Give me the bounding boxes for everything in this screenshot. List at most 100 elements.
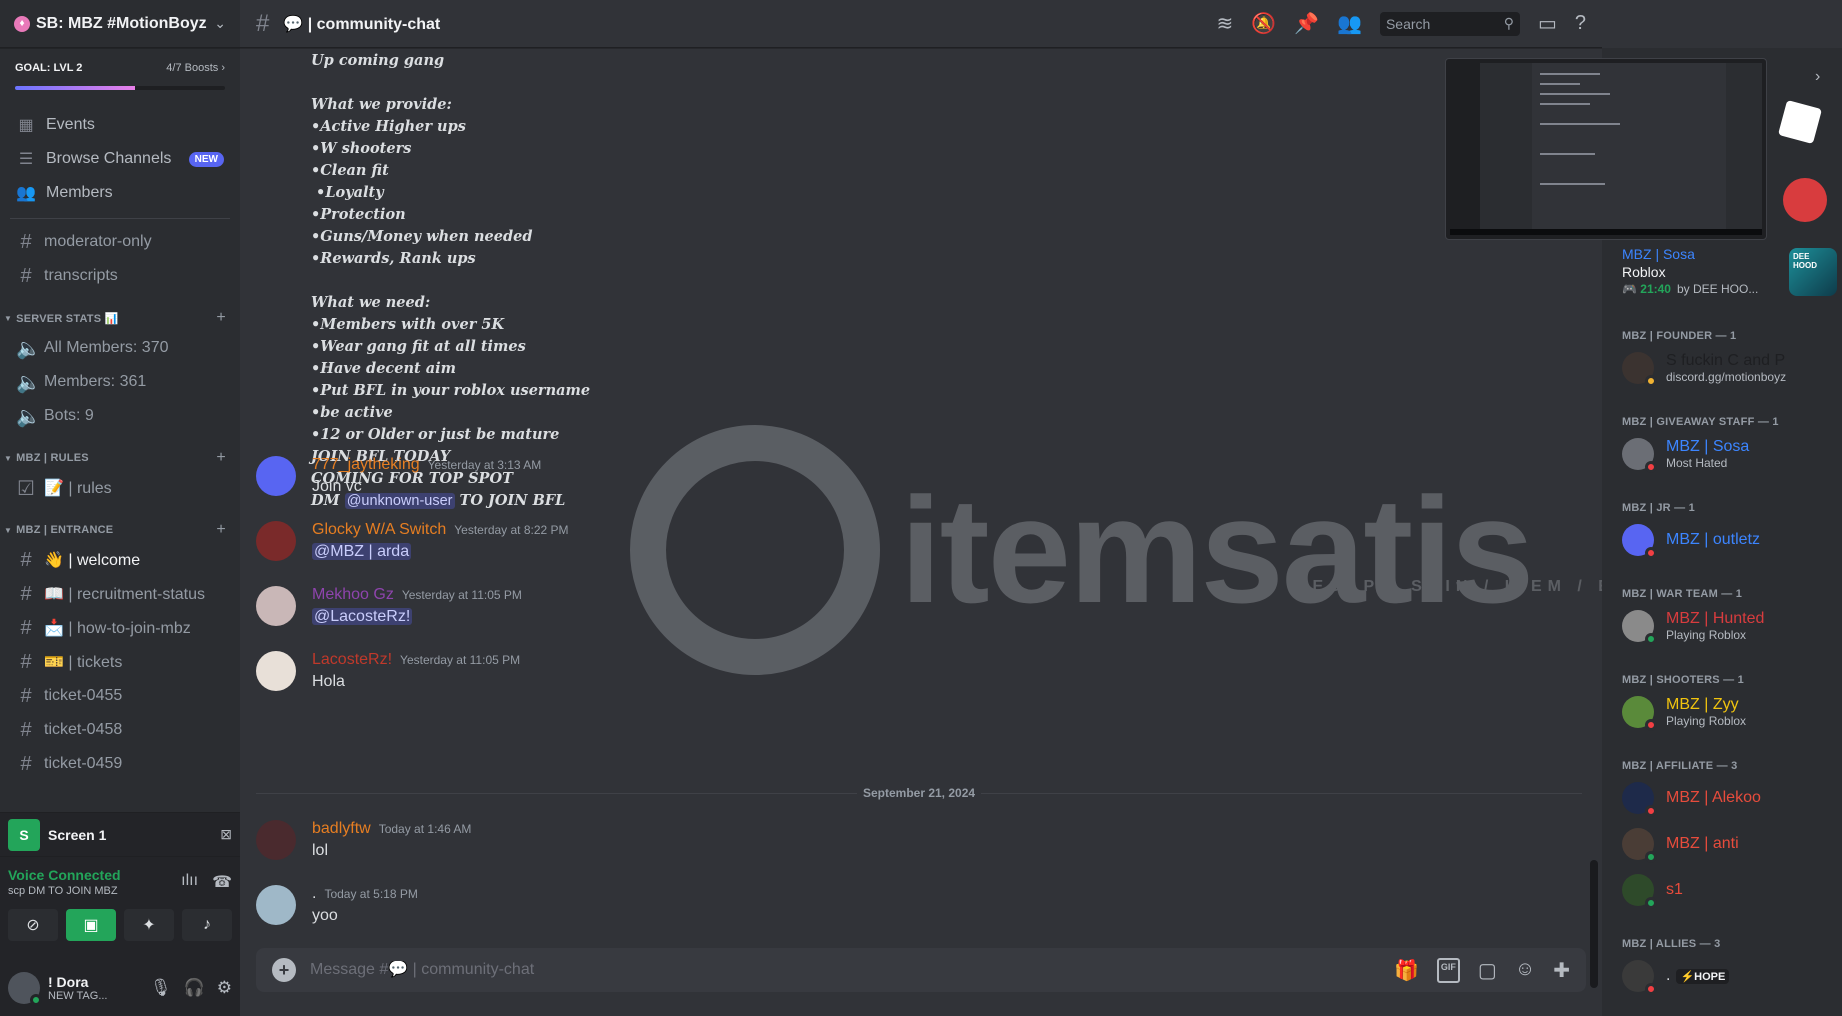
- threads-icon[interactable]: ≋: [1216, 11, 1233, 36]
- avatar[interactable]: [256, 820, 296, 860]
- user-mention[interactable]: @LacosteRz!: [312, 608, 413, 625]
- channel-ticket-0459[interactable]: # ticket-0459: [8, 747, 232, 781]
- disconnect-icon[interactable]: ☎: [212, 872, 232, 892]
- screen-share-button[interactable]: ▣: [66, 909, 116, 941]
- channel-members-count[interactable]: 🔈 Members: 361: [8, 365, 232, 399]
- hash-icon: #: [20, 684, 32, 707]
- avatar[interactable]: [256, 521, 296, 561]
- category-entrance[interactable]: ▼ MBZ | ENTRANCE +: [0, 505, 240, 543]
- nav-events[interactable]: ▦ Events: [8, 108, 232, 142]
- member-item[interactable]: MBZ | Alekoo: [1622, 782, 1832, 817]
- game-thumbnail: DEE HOOD: [1789, 248, 1837, 296]
- message-author[interactable]: badlyftw: [312, 820, 371, 838]
- avatar[interactable]: [256, 651, 296, 691]
- user-panel[interactable]: ! Dora NEW TAG... 🎙 🎧 ⚙: [0, 960, 240, 1016]
- hash-icon: #: [20, 650, 32, 673]
- pin-icon[interactable]: 📌: [1294, 11, 1319, 36]
- member-item[interactable]: S fuckin C and Pdiscord.gg/motionboyz: [1622, 352, 1832, 387]
- message-list: Up coming gang What we provide: •Active …: [240, 48, 1602, 936]
- voice-panel: Voice Connected scp DM TO JOIN MBZ ılıı …: [0, 856, 240, 960]
- channel-label: transcripts: [44, 267, 118, 284]
- member-item[interactable]: MBZ | outletz: [1622, 524, 1832, 559]
- soundboard-button[interactable]: ♪: [182, 909, 232, 941]
- channel-rules[interactable]: ☑ 📝 | rules: [8, 471, 232, 505]
- screen-share-panel[interactable]: S Screen 1 ⊠: [0, 812, 240, 856]
- avatar[interactable]: [256, 456, 296, 496]
- channel-bots[interactable]: 🔈 Bots: 9: [8, 399, 232, 433]
- activities-button[interactable]: ✦: [124, 909, 174, 941]
- channel-label: ticket-0455: [44, 687, 123, 704]
- category-server-stats[interactable]: ▼ SERVER STATS 📊 +: [0, 293, 240, 331]
- member-item[interactable]: MBZ | anti: [1622, 828, 1832, 863]
- scrollbar[interactable]: [1590, 860, 1598, 988]
- member-item[interactable]: MBZ | Zyy Playing Roblox: [1622, 696, 1832, 731]
- server-header[interactable]: ♦ SB: MBZ #MotionBoyz ⌄: [0, 0, 240, 48]
- role-mention[interactable]: @MBZ | arda: [312, 543, 412, 560]
- noise-suppression-icon[interactable]: ılıı: [181, 872, 198, 892]
- search-box[interactable]: Search ⚲: [1379, 11, 1520, 36]
- headphones-icon[interactable]: 🎧: [184, 978, 205, 998]
- channel-label: 📝 | rules: [44, 480, 112, 497]
- user-avatar[interactable]: [8, 972, 42, 1006]
- channel-moderator-only[interactable]: # moderator-only: [8, 225, 232, 259]
- notifications-muted-icon[interactable]: 🔕: [1251, 11, 1276, 36]
- add-channel-icon[interactable]: +: [216, 449, 226, 467]
- channel-recruitment-status[interactable]: # 📖 | recruitment-status: [8, 577, 232, 611]
- stream-preview[interactable]: [1445, 58, 1767, 240]
- nav-browse-channels[interactable]: ☰ Browse Channels NEW: [8, 142, 232, 176]
- member-name: .: [1666, 967, 1671, 984]
- add-attachment-button[interactable]: +: [272, 958, 296, 982]
- message-author[interactable]: 777_jaytheking: [312, 456, 420, 474]
- member-name: s1: [1666, 881, 1683, 898]
- add-channel-icon[interactable]: +: [216, 521, 226, 539]
- help-icon[interactable]: ?: [1575, 12, 1586, 35]
- channel-transcripts[interactable]: # transcripts: [8, 259, 232, 293]
- sticker-icon[interactable]: ▢: [1478, 958, 1497, 983]
- channel-tickets[interactable]: # 🎫 | tickets: [8, 645, 232, 679]
- message-author[interactable]: .: [312, 885, 316, 903]
- members-icon: 👥: [16, 185, 36, 202]
- member-list-icon[interactable]: 👥: [1337, 11, 1362, 36]
- member-clan-tag: ⚡HOPE: [1676, 968, 1730, 984]
- inbox-icon[interactable]: ▭: [1538, 11, 1557, 36]
- voice-status[interactable]: Voice Connected: [8, 867, 121, 883]
- chevron-down-icon[interactable]: ⌄: [214, 15, 226, 32]
- channel-all-members[interactable]: 🔈 All Members: 370: [8, 331, 232, 365]
- gear-icon[interactable]: ⚙: [217, 978, 232, 998]
- message-author[interactable]: Glocky W/A Switch: [312, 521, 446, 539]
- message-input[interactable]: [310, 961, 1382, 979]
- avatar[interactable]: [256, 885, 296, 925]
- stop-stream-icon[interactable]: ⊠: [220, 826, 232, 843]
- channel-label: 📖 | recruitment-status: [44, 586, 206, 603]
- category-rules[interactable]: ▼ MBZ | RULES +: [0, 433, 240, 471]
- chevron-right-icon[interactable]: ›: [1815, 68, 1820, 86]
- microphone-icon[interactable]: 🎙: [150, 978, 172, 998]
- search-input[interactable]: Search: [1386, 16, 1504, 32]
- nav-members[interactable]: 👥 Members: [8, 176, 232, 210]
- channel-ticket-0458[interactable]: # ticket-0458: [8, 713, 232, 747]
- member-item[interactable]: MBZ | Sosa Most Hated: [1622, 438, 1832, 473]
- member-item[interactable]: . ⚡HOPE: [1622, 960, 1832, 995]
- camera-off-button[interactable]: ⊘: [8, 909, 58, 941]
- dnd-status-icon: [1645, 983, 1657, 995]
- channel-label: 👋 | welcome: [44, 552, 141, 569]
- member-item[interactable]: s1: [1622, 874, 1832, 909]
- member-group-header: MBZ | FOUNDER — 1: [1622, 330, 1737, 342]
- emoji-icon[interactable]: ☺: [1515, 958, 1535, 983]
- user-name: ! Dora: [48, 974, 89, 990]
- message-author[interactable]: Mekhoo Gz: [312, 586, 394, 604]
- gif-icon[interactable]: GIF: [1436, 957, 1460, 983]
- channel-welcome[interactable]: # 👋 | welcome: [8, 543, 232, 577]
- voice-channel-name[interactable]: scp DM TO JOIN MBZ: [8, 885, 121, 897]
- message-author[interactable]: LacosteRz!: [312, 651, 392, 669]
- avatar: [1622, 782, 1657, 817]
- apps-icon[interactable]: ✚: [1553, 958, 1570, 983]
- boost-goal[interactable]: GOAL: LVL 2 4/7 Boosts ›: [0, 48, 240, 100]
- activity-card[interactable]: MBZ | Sosa Roblox 🎮 21:40 by DEE HOO... D…: [1622, 246, 1837, 296]
- channel-how-to-join[interactable]: # 📩 | how-to-join-mbz: [8, 611, 232, 645]
- gift-icon[interactable]: 🎁: [1394, 958, 1419, 983]
- member-item[interactable]: MBZ | Hunted Playing Roblox: [1622, 610, 1832, 645]
- avatar[interactable]: [256, 586, 296, 626]
- channel-ticket-0455[interactable]: # ticket-0455: [8, 679, 232, 713]
- add-channel-icon[interactable]: +: [216, 309, 226, 327]
